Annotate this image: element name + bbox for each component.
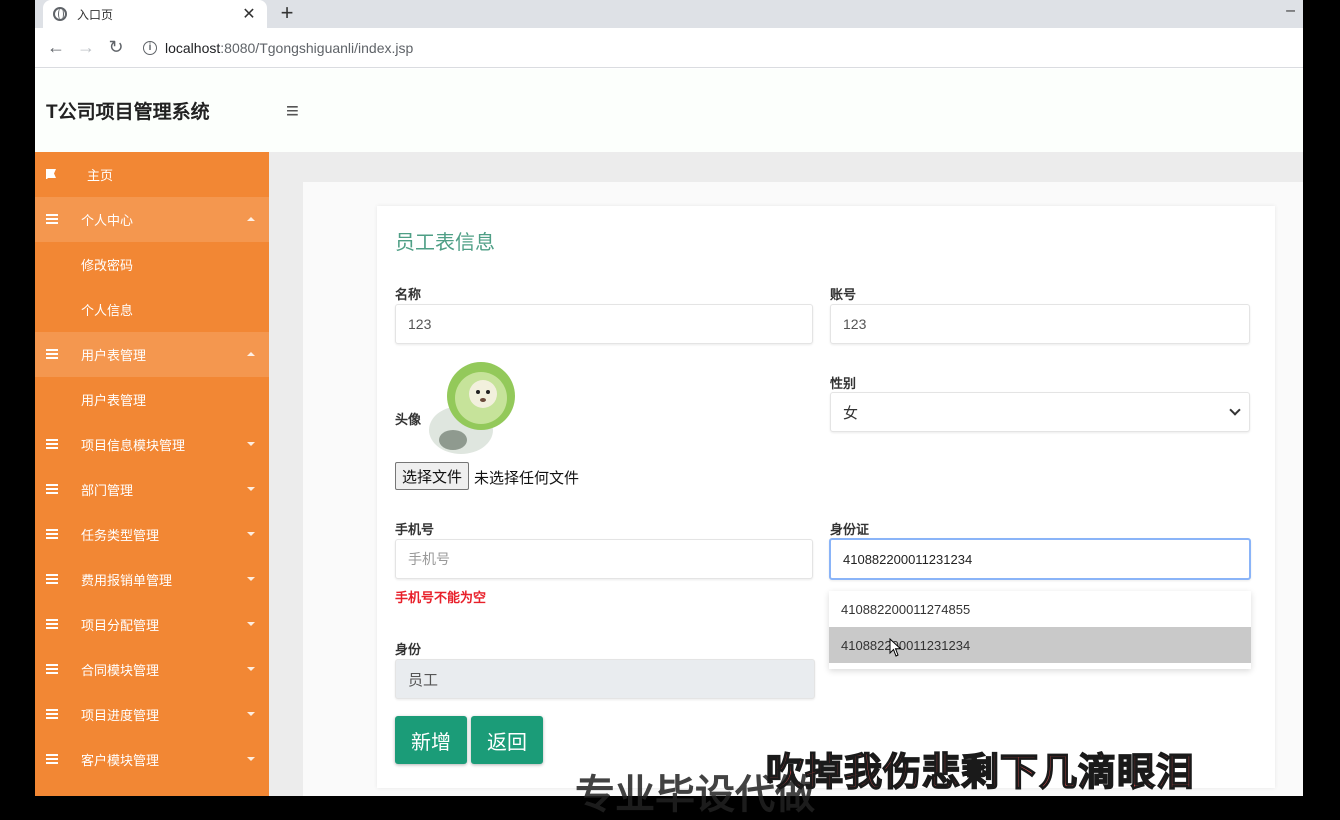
- sidebar-item-customer[interactable]: 客户模块管理: [35, 737, 269, 782]
- tab-title: 入口页: [77, 7, 114, 22]
- account-label: 账号: [830, 287, 857, 302]
- app-header: T公司项目管理系统 ≡: [35, 69, 1303, 152]
- phone-input[interactable]: 手机号: [395, 539, 813, 579]
- caret-down-icon: [247, 667, 255, 671]
- info-icon[interactable]: i: [143, 40, 157, 55]
- avatar-image: [429, 362, 515, 454]
- phone-error-message: 手机号不能为空: [395, 590, 487, 605]
- sidebar-item-contract[interactable]: 合同模块管理: [35, 647, 269, 692]
- caret-down-icon: [247, 712, 255, 716]
- idcard-input[interactable]: 410882200011231234: [829, 538, 1251, 580]
- new-tab-button[interactable]: +: [275, 2, 299, 24]
- avatar-label: 头像: [395, 412, 422, 427]
- sidebar-item-label: 用户表管理: [81, 393, 147, 408]
- grid-icon: [46, 439, 58, 450]
- caret-down-icon: [247, 757, 255, 761]
- phone-label: 手机号: [395, 522, 435, 537]
- tab-strip: 入口页 ✕ + –: [35, 0, 1303, 28]
- content-panel: 员工表信息 名称 123 账号 123 头像 选择文件 未选择任何文件 性别 女…: [303, 182, 1303, 796]
- grid-icon: [46, 574, 58, 585]
- sidebar-item-user-table[interactable]: 用户表管理: [35, 332, 269, 377]
- sidebar-subitem-personal-info[interactable]: 个人信息: [35, 287, 269, 332]
- url-path: :8080/Tgongshiguanli/index.jsp: [220, 39, 414, 56]
- sidebar-item-label: 主页: [87, 168, 114, 183]
- back-button[interactable]: 返回: [471, 716, 543, 764]
- gender-selected-value: 女: [843, 404, 859, 422]
- caret-down-icon: [247, 577, 255, 581]
- name-label: 名称: [395, 287, 422, 302]
- forward-button[interactable]: →: [73, 35, 99, 61]
- caret-down-icon: [247, 442, 255, 446]
- app-brand: T公司项目管理系统: [46, 102, 210, 123]
- role-label: 身份: [395, 642, 422, 657]
- gender-select[interactable]: 女: [830, 392, 1250, 432]
- autocomplete-option[interactable]: 410882200011274855: [829, 591, 1251, 627]
- main-content: 员工表信息 名称 123 账号 123 头像 选择文件 未选择任何文件 性别 女…: [269, 152, 1303, 796]
- grid-icon: [46, 484, 58, 495]
- employee-form-card: 员工表信息 名称 123 账号 123 头像 选择文件 未选择任何文件 性别 女…: [377, 206, 1275, 788]
- sidebar-item-label: 合同模块管理: [81, 663, 160, 678]
- menu-toggle-icon[interactable]: ≡: [286, 98, 299, 124]
- sidebar-item-label: 修改密码: [81, 258, 134, 273]
- sidebar-item-project-progress[interactable]: 项目进度管理: [35, 692, 269, 737]
- sidebar-item-label: 个人信息: [81, 303, 134, 318]
- sidebar-item-label: 用户表管理: [81, 348, 147, 363]
- caret-up-icon: [247, 217, 255, 221]
- sidebar-item-label: 任务类型管理: [81, 528, 160, 543]
- grid-icon: [46, 529, 58, 540]
- url-host: localhost: [165, 39, 221, 56]
- sidebar-item-personal-center[interactable]: 个人中心: [35, 197, 269, 242]
- sidebar-item-label: 费用报销单管理: [81, 573, 173, 588]
- address-bar[interactable]: i localhost:8080/Tgongshiguanli/index.js…: [143, 40, 413, 56]
- minimize-window-button[interactable]: –: [1286, 2, 1295, 20]
- sidebar-item-label: 项目进度管理: [81, 708, 160, 723]
- caret-down-icon: [247, 622, 255, 626]
- sidebar-item-label: 部门管理: [81, 483, 134, 498]
- browser-window: 入口页 ✕ + – ← → ↻ i localhost:8080/Tgongsh…: [35, 0, 1303, 796]
- grid-icon: [46, 214, 58, 225]
- caret-down-icon: [247, 532, 255, 536]
- video-subtitle: 吹掉我伤悲剩下几滴眼泪: [765, 751, 1196, 795]
- sidebar-subitem-user-table[interactable]: 用户表管理: [35, 377, 269, 422]
- sidebar-item-label: 客户模块管理: [81, 753, 160, 768]
- role-input[interactable]: 员工: [395, 659, 815, 699]
- gender-label: 性别: [830, 376, 857, 391]
- reload-button[interactable]: ↻: [103, 35, 129, 61]
- sidebar-item-label: 项目分配管理: [81, 618, 160, 633]
- sidebar-item-task-type[interactable]: 任务类型管理: [35, 512, 269, 557]
- globe-icon: [53, 7, 67, 21]
- grid-icon: [46, 619, 58, 630]
- sidebar-item-expense[interactable]: 费用报销单管理: [35, 557, 269, 602]
- grid-icon: [46, 349, 58, 360]
- grid-icon: [46, 664, 58, 675]
- mouse-cursor-icon: [889, 638, 902, 657]
- sidebar-item-project-info[interactable]: 项目信息模块管理: [35, 422, 269, 467]
- tab-close-icon[interactable]: ✕: [241, 4, 257, 24]
- grid-icon: [46, 709, 58, 720]
- flag-icon: [46, 169, 56, 179]
- name-input[interactable]: 123: [395, 304, 813, 344]
- add-button[interactable]: 新增: [395, 716, 467, 764]
- grid-icon: [46, 754, 58, 765]
- form-title: 员工表信息: [395, 232, 495, 254]
- sidebar-item-label: 项目信息模块管理: [81, 438, 186, 453]
- sidebar: 主页 个人中心 修改密码 个人信息 用户表管理 用户表管理 项目信息模块管理 部…: [35, 152, 269, 796]
- file-status-text: 未选择任何文件: [474, 470, 580, 487]
- sidebar-item-project-assignment[interactable]: 项目分配管理: [35, 602, 269, 647]
- sidebar-item-department[interactable]: 部门管理: [35, 467, 269, 512]
- sidebar-item-label: 个人中心: [81, 213, 134, 228]
- choose-file-button[interactable]: 选择文件: [395, 462, 470, 490]
- idcard-label: 身份证: [830, 522, 870, 537]
- sidebar-subitem-change-password[interactable]: 修改密码: [35, 242, 269, 287]
- browser-tab[interactable]: 入口页 ✕: [43, 0, 267, 28]
- chevron-down-icon: [1229, 404, 1241, 416]
- browser-toolbar: ← → ↻ i localhost:8080/Tgongshiguanli/in…: [35, 28, 1303, 68]
- account-input[interactable]: 123: [830, 304, 1250, 344]
- sidebar-item-home[interactable]: 主页: [35, 152, 269, 197]
- back-button[interactable]: ←: [43, 35, 69, 61]
- caret-up-icon: [247, 352, 255, 356]
- caret-down-icon: [247, 487, 255, 491]
